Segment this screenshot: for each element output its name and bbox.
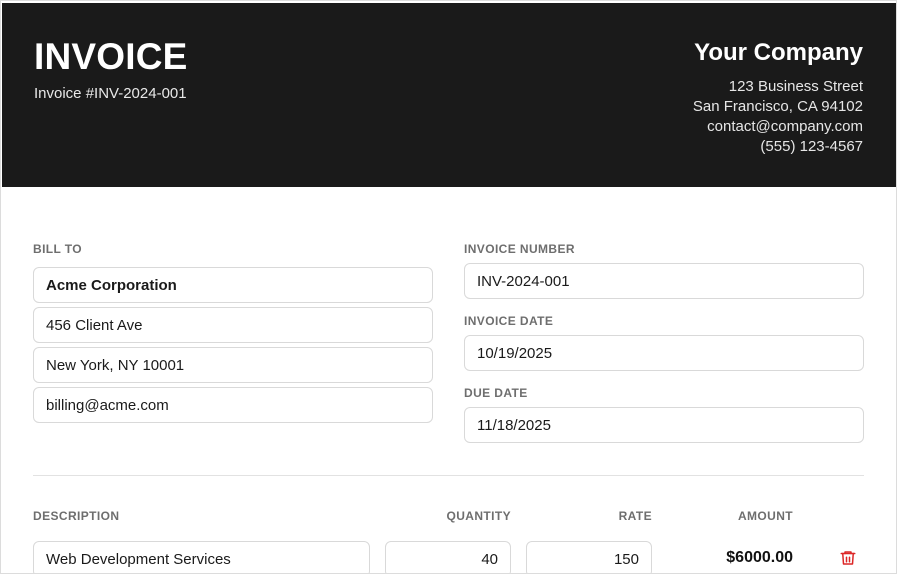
invoice-date-input[interactable]: [464, 335, 864, 371]
invoice-number-label: INVOICE NUMBER: [464, 242, 575, 256]
bill-to-name-input[interactable]: [33, 267, 433, 303]
line-item-quantity-input[interactable]: [385, 541, 511, 573]
line-item-amount: $6000.00: [726, 549, 793, 566]
company-address-line2: San Francisco, CA 94102: [692, 98, 863, 115]
invoice-number-subtitle: Invoice #INV-2024-001: [34, 85, 187, 102]
company-address-line1: 123 Business Street: [728, 78, 863, 95]
section-divider: [33, 475, 864, 476]
bill-to-street-input[interactable]: [33, 307, 433, 343]
column-header-quantity: QUANTITY: [446, 509, 511, 523]
due-date-label: DUE DATE: [464, 386, 528, 400]
bill-to-label: BILL TO: [33, 242, 83, 256]
bill-to-email-input[interactable]: [33, 387, 433, 423]
company-email: contact@company.com: [707, 118, 863, 135]
invoice-number-input[interactable]: [464, 263, 864, 299]
trash-icon[interactable]: [839, 549, 857, 567]
column-header-rate: RATE: [618, 509, 652, 523]
column-header-description: DESCRIPTION: [33, 509, 120, 523]
company-phone: (555) 123-4567: [760, 138, 863, 155]
bill-to-city-input[interactable]: [33, 347, 433, 383]
due-date-input[interactable]: [464, 407, 864, 443]
invoice-title: INVOICE: [34, 36, 188, 77]
line-item-description-input[interactable]: [33, 541, 370, 573]
line-item-rate-input[interactable]: [526, 541, 652, 573]
invoice-editor: INVOICE Invoice #INV-2024-001 Your Compa…: [0, 0, 897, 574]
column-header-amount: AMOUNT: [737, 509, 793, 523]
invoice-header: INVOICE Invoice #INV-2024-001 Your Compa…: [2, 3, 896, 187]
company-name: Your Company: [694, 39, 863, 66]
company-info: Your Company 123 Business Street San Fra…: [693, 39, 863, 157]
invoice-date-label: INVOICE DATE: [464, 314, 554, 328]
